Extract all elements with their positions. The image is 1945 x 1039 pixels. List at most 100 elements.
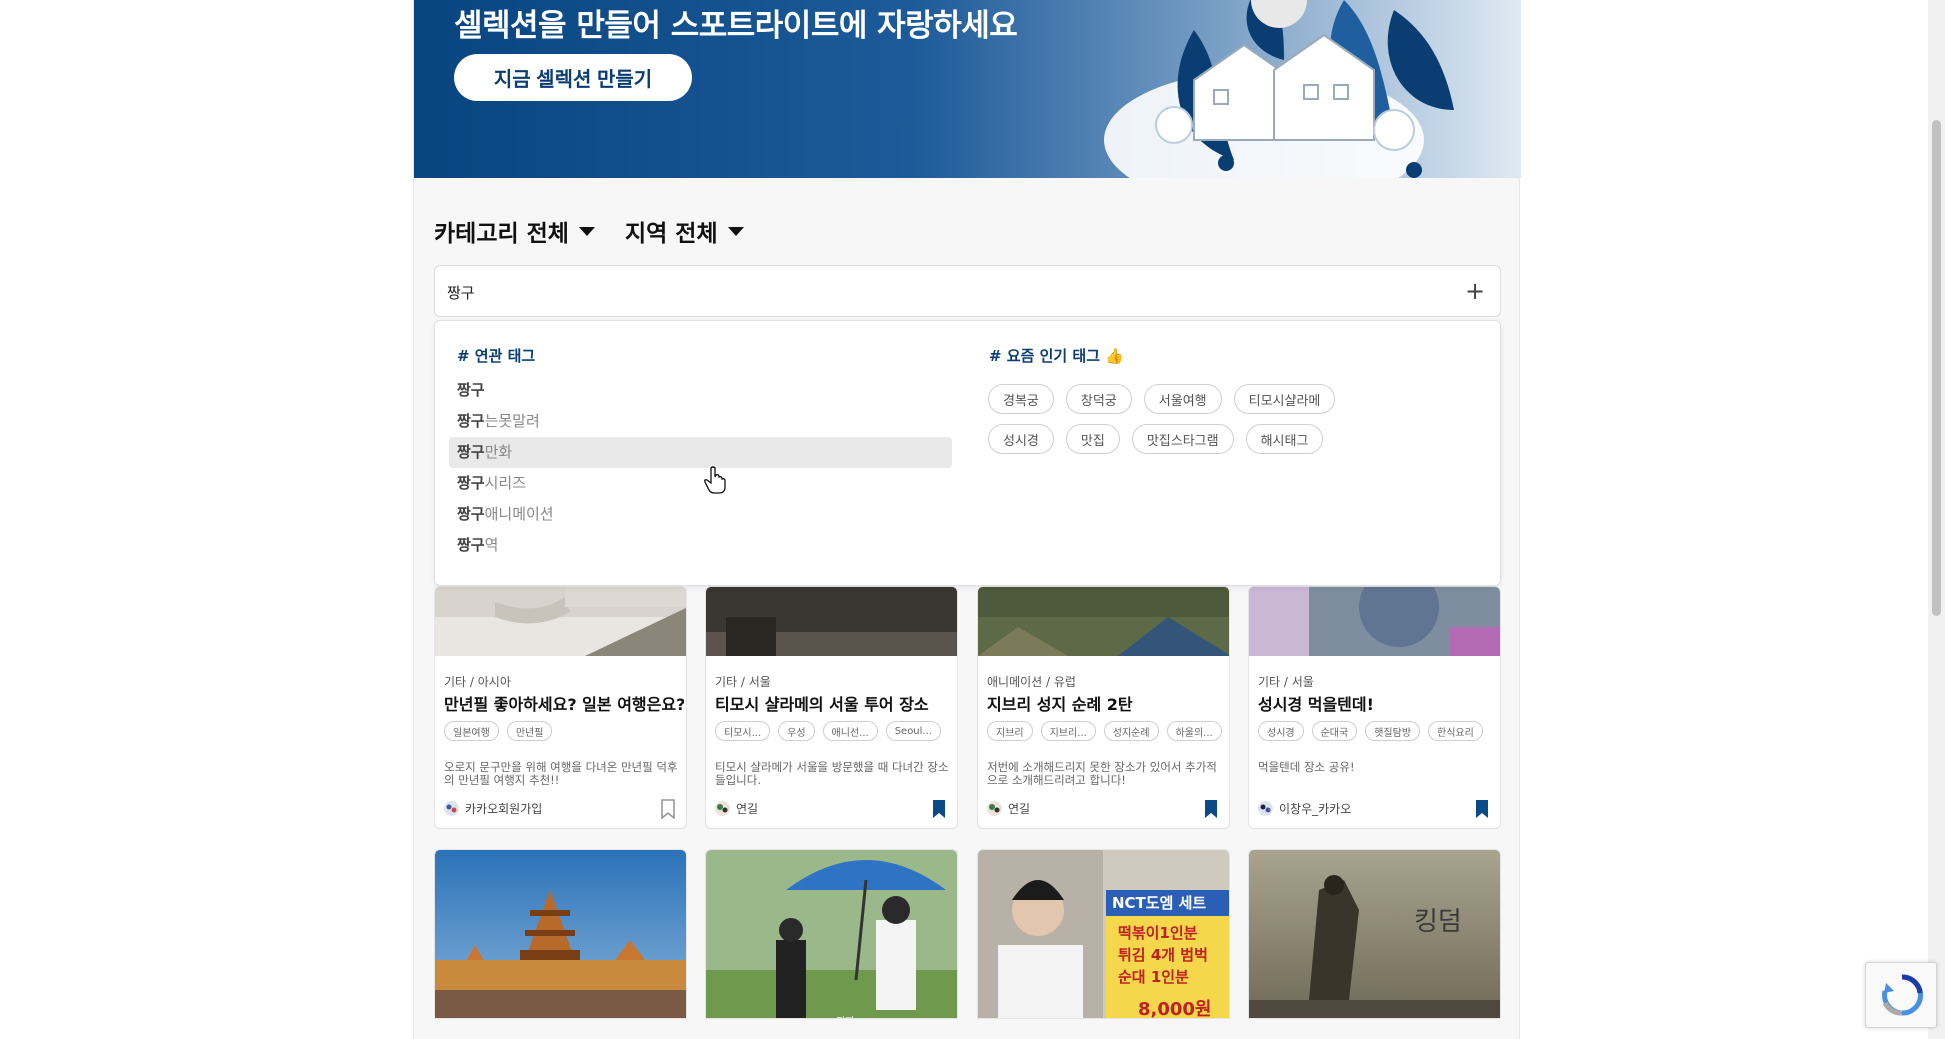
selection-card[interactable]: 기타 / 서울 티모시 샬라메의 서울 투어 장소 티모시... 우성 애니선.…: [705, 586, 958, 829]
card-thumbnail: 진짜: [706, 850, 957, 1018]
card-thumbnail: [978, 587, 1229, 656]
card-category: 기타 / 서울: [1258, 675, 1314, 689]
popular-tag-chip[interactable]: 티모시샬라메: [1233, 384, 1336, 414]
card-tag[interactable]: 일본여행: [444, 721, 499, 741]
caret-down-icon: [727, 226, 744, 236]
svg-text:튀김 4개 범벅: 튀김 4개 범벅: [1118, 946, 1208, 964]
bookmark-filled-icon[interactable]: [931, 799, 947, 819]
popular-tags-list: 경복궁 창덕궁 서울여행 티모시샬라메 성시경 맛집 맛집스타그램 해시태그: [988, 384, 1368, 454]
card-description: 저번에 소개해드리지 못한 장소가 있어서 추가적으로 소개해드리려고 합니다!: [987, 760, 1217, 787]
selection-card[interactable]: 기타 / 아시아 만년필 좋아하세요? 일본 여행은요? 일본여행 만년필 오로…: [434, 586, 687, 829]
card-tags: 티모시... 우성 애니선... Seoul...: [715, 721, 941, 741]
popular-tag-chip[interactable]: 해시태그: [1245, 424, 1324, 454]
card-title: 성시경 먹을텐데!: [1258, 695, 1374, 714]
card-tag[interactable]: 한식요리: [1428, 721, 1483, 741]
tag-suggestion-dropdown: # 연관 태그 짱구 짱구는못말려 짱구만화 짱구시리즈 짱구애니메이션 짱구역…: [434, 320, 1501, 586]
selection-card[interactable]: [434, 849, 687, 1019]
popular-tag-chip[interactable]: 창덕궁: [1065, 384, 1132, 414]
popular-tag-chip[interactable]: 서울여행: [1143, 384, 1222, 414]
selection-card[interactable]: 기타 / 서울 성시경 먹을텐데! 성시경 순대국 햇질탐방 한식요리 먹을텐데…: [1248, 586, 1501, 829]
selection-card[interactable]: NCT도엠 세트 떡볶이1인분 튀김 4개 범벅 순대 1인분 8,000원: [977, 849, 1230, 1019]
card-tag[interactable]: 우성: [778, 721, 815, 741]
page: 셀렉션을 만들어 스포트라이트에 자랑하세요 지금 셀렉션 만들기 카테고리 전…: [0, 0, 1945, 1039]
popular-tags-title: # 요즘 인기 태그 👍: [989, 347, 1124, 365]
author-name: 연길: [1008, 802, 1031, 816]
card-tag[interactable]: 하울의...: [1166, 721, 1222, 741]
popular-tag-chip[interactable]: 성시경: [988, 424, 1054, 454]
popular-tags-section: # 요즘 인기 태그 👍 경복궁 창덕궁 서울여행 티모시샬라메 성시경 맛집 …: [988, 345, 1468, 454]
avatar: [987, 801, 1002, 816]
related-tag-item[interactable]: 짱구역: [449, 530, 952, 561]
related-tag-item[interactable]: 짱구는못말려: [449, 406, 952, 437]
category-filter-dropdown[interactable]: 카테고리 전체: [434, 214, 595, 248]
scrollbar-thumb[interactable]: [1932, 120, 1941, 616]
svg-text:순대 1인분: 순대 1인분: [1118, 968, 1189, 986]
filter-bar: 카테고리 전체 지역 전체: [434, 214, 744, 248]
selection-card[interactable]: 애니메이션 / 유럽 지브리 성지 순례 2탄 지브리 지브리... 성지순례 …: [977, 586, 1230, 829]
related-tag-item[interactable]: 짱구: [449, 375, 952, 406]
card-thumbnail: [706, 587, 957, 656]
bookmark-outline-icon[interactable]: [660, 799, 676, 819]
card-description: 오로지 문구만을 위해 여행을 다녀온 만년필 덕후의 만년필 여행지 추천!!: [444, 760, 678, 787]
category-filter-label: 카테고리 전체: [434, 221, 569, 247]
card-thumbnail: 킹덤: [1249, 850, 1500, 1018]
card-tags: 지브리 지브리... 성지순례 하울의...: [987, 721, 1222, 741]
card-tags: 일본여행 만년필: [444, 721, 553, 741]
caret-down-icon: [578, 226, 595, 236]
card-thumbnail: NCT도엠 세트 떡볶이1인분 튀김 4개 범벅 순대 1인분 8,000원: [978, 850, 1229, 1019]
card-category: 애니메이션 / 유럽: [987, 675, 1076, 689]
photo-title: 킹덤: [1414, 907, 1462, 937]
main-content: 셀렉션을 만들어 스포트라이트에 자랑하세요 지금 셀렉션 만들기 카테고리 전…: [413, 0, 1521, 1039]
card-thumbnail: [435, 850, 686, 1018]
selection-card[interactable]: 진짜: [705, 849, 958, 1019]
card-tag[interactable]: 순대국: [1311, 721, 1358, 741]
card-tag[interactable]: 애니선...: [822, 721, 878, 741]
plus-icon[interactable]: +: [1462, 278, 1488, 304]
popular-tag-chip[interactable]: 경복궁: [988, 384, 1054, 414]
related-tag-item[interactable]: 짱구시리즈: [449, 468, 952, 499]
bookmark-filled-icon[interactable]: [1474, 799, 1490, 819]
card-author: 이창우_카카오: [1258, 800, 1351, 817]
popular-tag-chip[interactable]: 맛집스타그램: [1131, 424, 1234, 454]
avatar: [1258, 801, 1273, 816]
card-tag[interactable]: 지브리: [987, 721, 1033, 741]
card-tag[interactable]: 성지순례: [1103, 721, 1159, 741]
recaptcha-badge[interactable]: [1865, 962, 1937, 1028]
card-category: 기타 / 서울: [715, 675, 771, 689]
card-description: 먹을텐데 장소 공유!: [1258, 760, 1355, 774]
related-tags-title: # 연관 태그: [457, 347, 536, 365]
card-category: 기타 / 아시아: [444, 675, 511, 689]
related-tag-item[interactable]: 짱구애니메이션: [449, 499, 952, 530]
card-tag[interactable]: 티모시...: [715, 721, 771, 741]
popular-tag-chip[interactable]: 맛집: [1065, 424, 1120, 454]
region-filter-dropdown[interactable]: 지역 전체: [625, 214, 744, 248]
card-tag[interactable]: 지브리...: [1040, 721, 1096, 741]
card-tag[interactable]: 성시경: [1258, 721, 1304, 741]
card-tag[interactable]: 만년필: [506, 721, 553, 741]
create-selection-button[interactable]: 지금 셀렉션 만들기: [454, 54, 692, 101]
author-name: 카카오회원가입: [465, 802, 543, 816]
card-author: 연길: [987, 800, 1030, 817]
card-title: 티모시 샬라메의 서울 투어 장소: [715, 695, 929, 714]
hand-pointer-icon: [704, 466, 726, 494]
card-author: 연길: [715, 800, 758, 817]
page-scrollbar[interactable]: [1928, 0, 1945, 1039]
card-tags: 성시경 순대국 햇질탐방 한식요리: [1258, 721, 1483, 741]
recaptcha-icon: [1882, 974, 1924, 1016]
avatar: [715, 801, 730, 816]
card-thumbnail: [435, 587, 686, 656]
card-tag[interactable]: Seoul...: [885, 721, 941, 741]
tag-search-input[interactable]: [447, 278, 1347, 306]
bookmark-filled-icon[interactable]: [1203, 799, 1219, 819]
card-title: 만년필 좋아하세요? 일본 여행은요?: [444, 695, 684, 714]
card-author: 카카오회원가입: [444, 800, 542, 817]
related-tag-item[interactable]: 짱구만화: [449, 437, 952, 468]
hero-banner: 셀렉션을 만들어 스포트라이트에 자랑하세요 지금 셀렉션 만들기: [414, 0, 1521, 178]
card-tag[interactable]: 햇질탐방: [1365, 721, 1421, 741]
avatar: [444, 801, 459, 816]
card-title: 지브리 성지 순례 2탄: [987, 695, 1133, 714]
author-name: 이창우_카카오: [1279, 802, 1352, 816]
svg-text:NCT도엠 세트: NCT도엠 세트: [1112, 894, 1206, 912]
svg-text:8,000원: 8,000원: [1138, 999, 1212, 1019]
selection-card[interactable]: 킹덤: [1248, 849, 1501, 1019]
